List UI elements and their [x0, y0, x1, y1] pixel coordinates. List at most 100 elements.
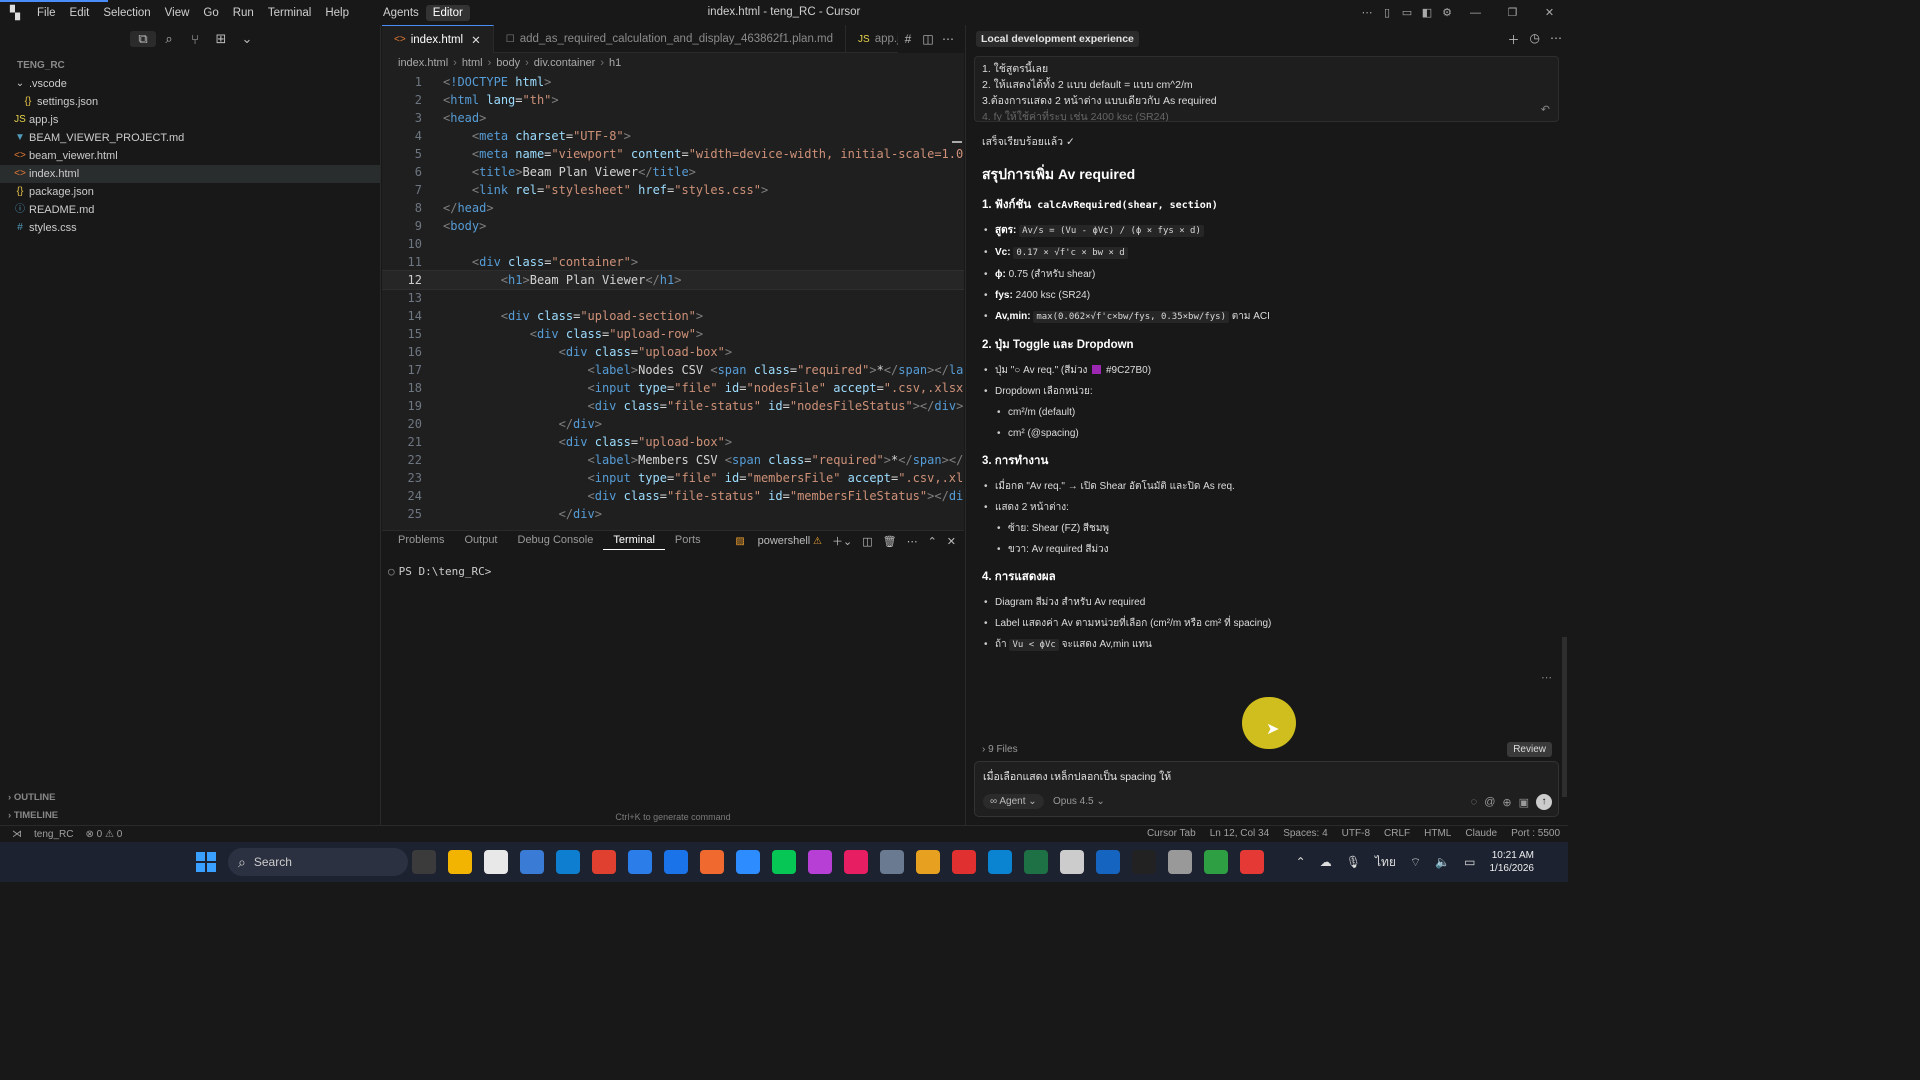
status-item[interactable]: CRLF	[1384, 828, 1410, 839]
file-tree-item[interactable]: ⌄ .vscode	[0, 75, 380, 93]
status-item[interactable]: UTF-8	[1342, 828, 1370, 839]
taskbar-app-icon[interactable]	[1240, 850, 1264, 874]
code-line[interactable]: 15 <div class="upload-row">	[382, 325, 964, 343]
code-line[interactable]: 25 </div>	[382, 505, 964, 523]
trash-icon[interactable]: 🗑	[883, 535, 897, 548]
microphone-icon[interactable]: 🎙	[1346, 855, 1361, 869]
new-terminal-icon[interactable]: ＋⌄	[832, 533, 852, 549]
taskbar-app-icon[interactable]	[700, 850, 724, 874]
taskbar-app-icon[interactable]	[808, 850, 832, 874]
taskbar-search[interactable]: ⌕ Search	[228, 848, 408, 876]
breadcrumb-item[interactable]: index.html	[398, 57, 448, 69]
code-line[interactable]: 12 <h1>Beam Plan Viewer</h1>	[382, 270, 964, 290]
source-control-icon[interactable]: ⑂	[182, 32, 208, 47]
taskbar-app-icon[interactable]	[592, 850, 616, 874]
breadcrumb-item[interactable]: body	[496, 57, 520, 69]
close-tab-icon[interactable]: ✕	[471, 33, 481, 47]
image-icon[interactable]: ▣	[1519, 796, 1529, 809]
mode-editor[interactable]: Editor	[425, 4, 470, 21]
code-line[interactable]: 9 <body>	[382, 217, 964, 235]
breadcrumb-item[interactable]: html	[462, 57, 483, 69]
extensions-icon[interactable]: ⊞	[208, 31, 234, 47]
code-line[interactable]: 13	[382, 289, 964, 307]
wifi-icon[interactable]: ⌔	[1410, 855, 1421, 870]
file-tree-item[interactable]: {} settings.json	[0, 93, 380, 111]
mode-agents[interactable]: Agents	[376, 5, 426, 21]
menu-run[interactable]: Run	[226, 7, 261, 19]
terminal-shell-label[interactable]: ▨ powershell ⚠	[735, 535, 822, 547]
taskbar-app-icon[interactable]	[772, 850, 796, 874]
taskbar-app-icon[interactable]	[484, 850, 508, 874]
file-tree-item[interactable]: <> index.html	[0, 165, 380, 183]
web-globe-icon[interactable]: ⊕	[1502, 796, 1511, 809]
split-editor-icon[interactable]: ◫	[918, 32, 938, 46]
menu-edit[interactable]: Edit	[63, 7, 97, 19]
taskbar-app-icon[interactable]	[844, 850, 868, 874]
new-chat-icon[interactable]: ＋	[1508, 31, 1520, 48]
file-tree-item[interactable]: # styles.css	[0, 219, 380, 237]
more-actions-icon[interactable]: ⋯	[938, 32, 958, 46]
taskbar-app-icon[interactable]	[952, 850, 976, 874]
more-icon[interactable]: ⋯	[1541, 671, 1552, 684]
code-line[interactable]: 16 <div class="upload-box">	[382, 343, 964, 361]
code-line[interactable]: 3 <head>	[382, 109, 964, 127]
taskbar-app-icon[interactable]	[556, 850, 580, 874]
code-line[interactable]: 24 <div class="file-status" id="membersF…	[382, 487, 964, 505]
status-item[interactable]: Claude	[1465, 828, 1497, 839]
clock[interactable]: 10:21 AM 1/16/2026	[1490, 849, 1535, 875]
status-item[interactable]: Port : 5500	[1511, 828, 1560, 839]
agent-mode-select[interactable]: ∞ Agent ⌄	[983, 794, 1044, 809]
taskbar-app-icon[interactable]	[664, 850, 688, 874]
toggle-panel-icon[interactable]: ▭	[1397, 6, 1417, 19]
chat-scrollbar[interactable]	[1562, 637, 1567, 797]
chat-input[interactable]: เมื่อเลือกแสดง เหล็กปลอกเป็น spacing ให้	[983, 768, 1171, 785]
file-tree-item[interactable]: JS app.js	[0, 111, 380, 129]
taskbar-app-icon[interactable]	[412, 850, 436, 874]
code-line[interactable]: 17 <label>Nodes CSV <span class="require…	[382, 361, 964, 379]
minimize-icon[interactable]: —	[1457, 7, 1494, 19]
workspace-root[interactable]: TENG_RC	[0, 57, 380, 75]
menu-view[interactable]: View	[158, 7, 197, 19]
taskbar-app-icon[interactable]	[448, 850, 472, 874]
model-select[interactable]: Opus 4.5 ⌄	[1053, 796, 1105, 807]
breadcrumb-item[interactable]: div.container	[534, 57, 596, 69]
toggle-sidebar-icon[interactable]: ▯	[1377, 6, 1397, 19]
taskbar-app-icon[interactable]	[1204, 850, 1228, 874]
language-indicator[interactable]: ไทย	[1375, 853, 1396, 872]
code-line[interactable]: 5 <meta name="viewport" content="width=d…	[382, 145, 964, 163]
code-line[interactable]: 7 <link rel="stylesheet" href="styles.cs…	[382, 181, 964, 199]
menu-help[interactable]: Help	[318, 7, 356, 19]
code-area[interactable]: 1 <!DOCTYPE html> 2 <html lang="th"> 3 <head>…	[382, 73, 964, 527]
terminal-output[interactable]: ○ PS D:\teng_RC>	[382, 565, 964, 578]
more-icon[interactable]: ⋯	[907, 535, 918, 548]
close-window-icon[interactable]: ✕	[1531, 6, 1568, 19]
panel-tab-output[interactable]: Output	[454, 531, 507, 550]
file-tree-item[interactable]: ⓘ README.md	[0, 201, 380, 219]
code-line[interactable]: 23 <input type="file" id="membersFile" a…	[382, 469, 964, 487]
send-button[interactable]: ↑	[1536, 794, 1552, 810]
code-line[interactable]: 2 <html lang="th">	[382, 91, 964, 109]
status-item[interactable]: Ln 12, Col 34	[1210, 828, 1270, 839]
code-line[interactable]: 11 <div class="container">	[382, 253, 964, 271]
file-tree-item[interactable]: <> beam_viewer.html	[0, 147, 380, 165]
workspace-name[interactable]: teng_RC	[34, 829, 73, 840]
code-line[interactable]: 21 <div class="upload-box">	[382, 433, 964, 451]
more-icon[interactable]: ⋯	[1550, 31, 1562, 48]
taskbar-app-icon[interactable]	[880, 850, 904, 874]
chevron-down-icon[interactable]: ⌄	[234, 31, 260, 47]
editor-tab[interactable]: <> index.html ✕	[382, 25, 494, 53]
code-line[interactable]: 4 <meta charset="UTF-8">	[382, 127, 964, 145]
more-icon[interactable]: ⋯	[1357, 6, 1377, 19]
menu-selection[interactable]: Selection	[96, 7, 157, 19]
remote-icon[interactable]: ⋊	[12, 829, 22, 840]
restore-checkpoint-icon[interactable]: ↶	[1541, 103, 1550, 116]
user-message[interactable]: 1. ใช้สูตรนี้เลย 2. ให้แสดงได้ทั้ง 2 แบบ…	[974, 56, 1559, 122]
status-item[interactable]: Cursor Tab	[1147, 828, 1196, 839]
editor-tab[interactable]: ☐ add_as_required_calculation_and_display…	[494, 25, 847, 53]
file-tree-item[interactable]: ▼ BEAM_VIEWER_PROJECT.md	[0, 129, 380, 147]
menu-go[interactable]: Go	[196, 7, 225, 19]
taskbar-app-icon[interactable]	[736, 850, 760, 874]
hash-icon[interactable]: #	[898, 32, 918, 46]
search-icon[interactable]: ⌕	[156, 31, 182, 47]
taskbar-app-icon[interactable]	[1060, 850, 1084, 874]
